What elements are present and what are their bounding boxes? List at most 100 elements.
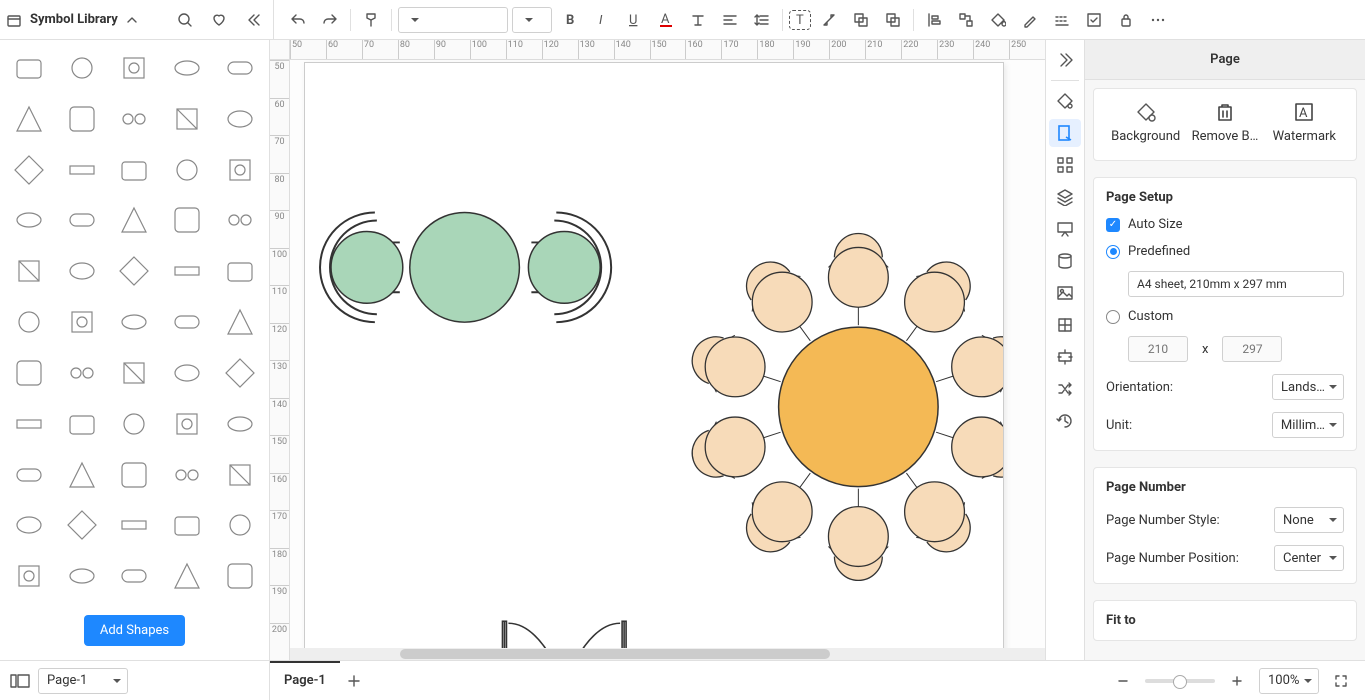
shape-thumbnail[interactable] (111, 198, 158, 242)
shape-thumbnail[interactable] (6, 402, 53, 446)
green-table[interactable] (410, 213, 520, 323)
group-icon[interactable] (952, 6, 980, 34)
shape-thumbnail[interactable] (6, 503, 53, 547)
shape-thumbnail[interactable] (6, 97, 53, 141)
italic-icon[interactable]: I (588, 6, 616, 34)
shape-thumbnail[interactable] (111, 46, 158, 90)
history-icon[interactable] (1049, 407, 1081, 435)
bring-front-icon[interactable] (847, 6, 875, 34)
page-setup-icon[interactable] (1049, 119, 1081, 147)
pn-pos-select[interactable]: Center (1274, 545, 1344, 571)
shape-thumbnail[interactable] (6, 453, 53, 497)
shape-thumbnail[interactable] (216, 453, 263, 497)
line-style-icon[interactable] (1048, 6, 1076, 34)
font-size-dropdown[interactable] (512, 7, 552, 33)
shape-thumbnail[interactable] (111, 402, 158, 446)
orientation-select[interactable]: Lands… (1272, 374, 1344, 400)
components-icon[interactable] (1049, 151, 1081, 179)
shape-thumbnail[interactable] (111, 97, 158, 141)
watermark-button[interactable]: A Watermark (1265, 101, 1343, 144)
shape-thumbnail[interactable] (216, 554, 263, 598)
background-button[interactable]: Background (1107, 101, 1185, 144)
align-left-icon[interactable] (920, 6, 948, 34)
grid-snap-icon[interactable] (1049, 311, 1081, 339)
zoom-out-icon[interactable] (1109, 667, 1137, 695)
fill-icon[interactable] (984, 6, 1012, 34)
shape-thumbnail[interactable] (216, 148, 263, 192)
chevron-up-icon[interactable] (126, 14, 138, 26)
layers-icon[interactable] (1049, 183, 1081, 211)
image-icon[interactable] (1049, 279, 1081, 307)
shape-thumbnail[interactable] (111, 351, 158, 395)
shape-thumbnail[interactable] (111, 503, 158, 547)
fullscreen-icon[interactable] (1327, 667, 1355, 695)
shape-thumbnail[interactable] (216, 46, 263, 90)
shape-thumbnail[interactable] (111, 148, 158, 192)
shape-thumbnail[interactable] (164, 554, 211, 598)
shape-thumbnail[interactable] (59, 97, 106, 141)
canvas[interactable]: 5060708090100110120130140150160170180190… (270, 40, 1045, 660)
shape-thumbnail[interactable] (111, 249, 158, 293)
shape-thumbnail[interactable] (216, 198, 263, 242)
font-family-dropdown[interactable] (398, 7, 508, 33)
stroke-color-icon[interactable] (1016, 6, 1044, 34)
shape-thumbnail[interactable] (216, 249, 263, 293)
align-tools-icon[interactable] (1049, 343, 1081, 371)
green-chair-left[interactable] (320, 213, 403, 323)
connector-icon[interactable] (815, 6, 843, 34)
shape-thumbnail[interactable] (59, 148, 106, 192)
shape-thumbnail[interactable] (216, 97, 263, 141)
redo-icon[interactable] (316, 6, 344, 34)
shape-thumbnail[interactable] (59, 351, 106, 395)
text-box-icon[interactable]: T (789, 10, 811, 30)
shape-thumbnail[interactable] (6, 148, 53, 192)
shape-thumbnail[interactable] (59, 198, 106, 242)
theme-icon[interactable] (1049, 87, 1081, 115)
predefined-radio[interactable] (1106, 245, 1120, 259)
shape-thumbnail[interactable] (164, 249, 211, 293)
shape-thumbnail[interactable] (111, 453, 158, 497)
shape-thumbnail[interactable] (216, 503, 263, 547)
shuffle-icon[interactable] (1049, 375, 1081, 403)
collapse-right-icon[interactable] (1049, 46, 1081, 74)
shape-thumbnail[interactable] (6, 351, 53, 395)
custom-width-input[interactable] (1128, 336, 1188, 362)
shape-thumbnail[interactable] (6, 198, 53, 242)
shape-thumbnail[interactable] (164, 198, 211, 242)
shape-thumbnail[interactable] (59, 46, 106, 90)
shape-thumbnail[interactable] (111, 554, 158, 598)
tab-page-1[interactable]: Page-1 (270, 661, 340, 700)
shape-thumbnail[interactable] (164, 503, 211, 547)
present-icon[interactable] (1049, 215, 1081, 243)
shape-thumbnail[interactable] (59, 554, 106, 598)
shape-thumbnail[interactable] (164, 453, 211, 497)
zoom-select[interactable]: 100% (1259, 668, 1319, 694)
shape-thumbnail[interactable] (6, 300, 53, 344)
page-layout-icon[interactable] (10, 674, 30, 688)
lock-icon[interactable] (1112, 6, 1140, 34)
underline-icon[interactable]: U (620, 6, 648, 34)
shape-thumbnail[interactable] (216, 351, 263, 395)
custom-radio[interactable] (1106, 310, 1120, 324)
auto-size-checkbox[interactable] (1106, 218, 1120, 232)
horizontal-scrollbar[interactable] (290, 648, 1045, 660)
shape-thumbnail[interactable] (6, 46, 53, 90)
shape-thumbnail[interactable] (164, 148, 211, 192)
add-shapes-button[interactable]: Add Shapes (84, 615, 185, 646)
shape-thumbnail[interactable] (59, 503, 106, 547)
format-painter-icon[interactable] (357, 6, 385, 34)
unit-select[interactable]: Millim… (1272, 412, 1344, 438)
shape-thumbnail[interactable] (59, 402, 106, 446)
undo-icon[interactable] (284, 6, 312, 34)
shape-thumbnail[interactable] (59, 249, 106, 293)
page-dropdown[interactable]: Page-1 (38, 668, 128, 694)
custom-height-input[interactable] (1222, 336, 1282, 362)
heart-icon[interactable] (205, 6, 233, 34)
shape-thumbnail[interactable] (164, 351, 211, 395)
send-back-icon[interactable] (879, 6, 907, 34)
page-surface[interactable] (304, 62, 1004, 660)
bold-icon[interactable]: B (556, 6, 584, 34)
zoom-slider[interactable] (1145, 679, 1215, 683)
shape-thumbnail[interactable] (59, 300, 106, 344)
shape-thumbnail[interactable] (164, 97, 211, 141)
